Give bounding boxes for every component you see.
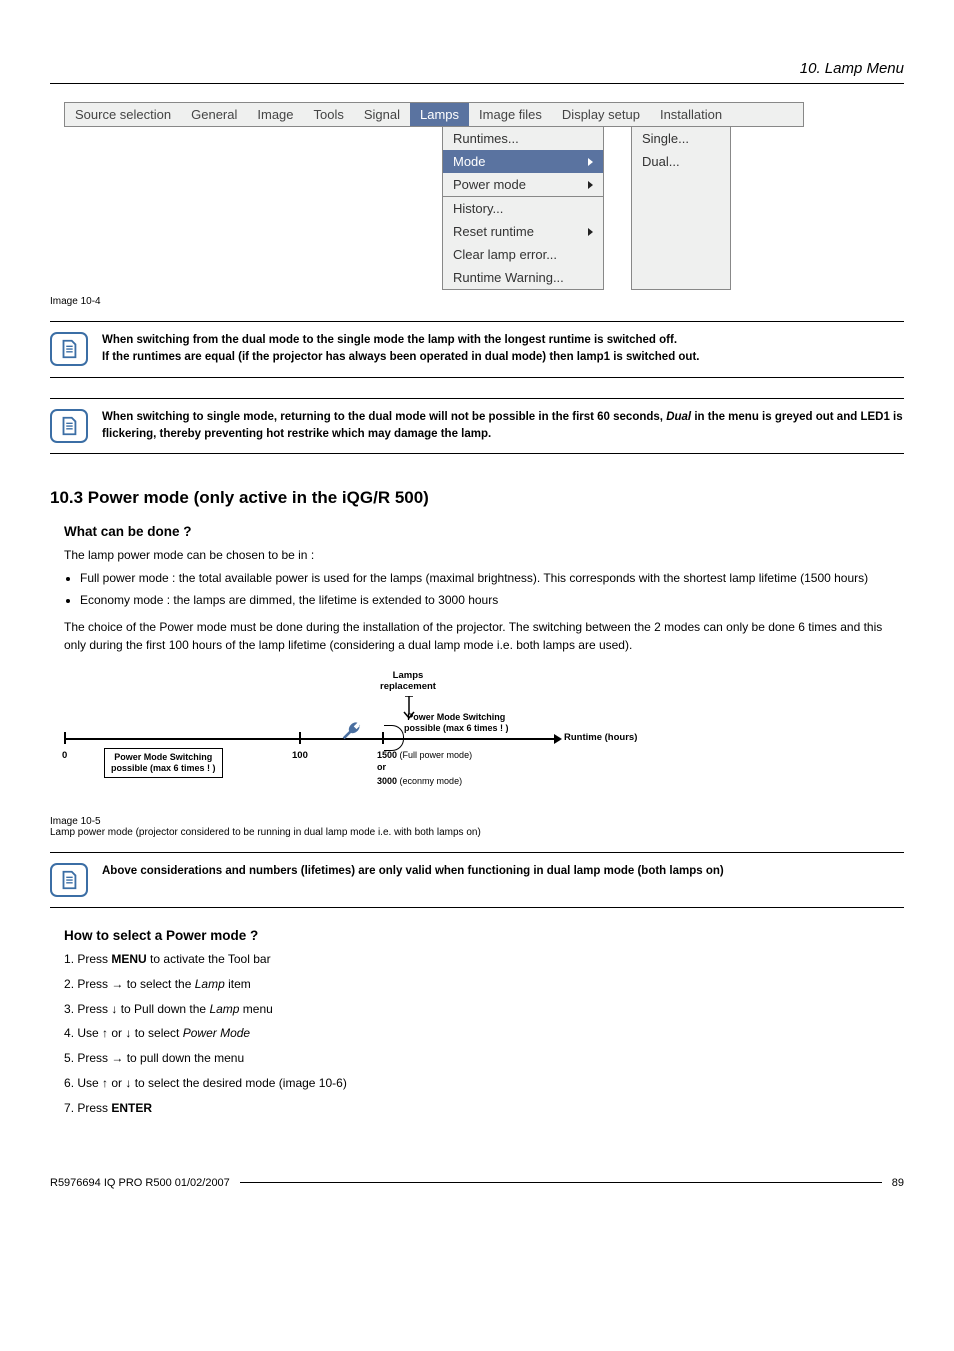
label-1500: 1500 (Full power mode) or — [377, 750, 472, 773]
switching-box-left: Power Mode Switchingpossible (max 6 time… — [104, 748, 223, 778]
note-block-1: When switching from the dual mode to the… — [50, 321, 904, 378]
choice-paragraph: The choice of the Power mode must be don… — [64, 619, 904, 654]
step-item: Press ENTER — [64, 1100, 904, 1117]
dropdown-item[interactable]: History... — [443, 196, 603, 220]
dropdown-item[interactable]: Power mode — [443, 173, 603, 196]
dropdown-item[interactable]: Runtimes... — [443, 127, 603, 150]
tick-0 — [64, 732, 66, 744]
page-footer: R5976694 IQ PRO R500 01/02/2007 89 — [50, 1177, 904, 1189]
power-mode-diagram: Lampsreplacement 0 Power Mode Switchingp… — [64, 670, 664, 810]
footer-rule — [240, 1182, 882, 1183]
mode-bullets: Full power mode : the total available po… — [80, 570, 904, 609]
tick-100 — [299, 732, 301, 744]
dropdown-item[interactable]: Clear lamp error... — [443, 243, 603, 266]
mode-submenu: Single...Dual... — [631, 126, 731, 290]
howto-steps: Press MENU to activate the Tool bar Press… — [64, 951, 904, 1117]
chapter-header: 10. Lamp Menu — [50, 60, 904, 84]
step-item: Press → to pull down the menu — [64, 1050, 904, 1067]
menubar-item[interactable]: Display setup — [552, 103, 650, 126]
note-text: When switching from the dual mode to the… — [102, 332, 699, 367]
note-icon — [50, 863, 88, 897]
dropdown-item[interactable]: Runtime Warning... — [443, 266, 603, 289]
what-can-be-done-heading: What can be done ? — [64, 524, 904, 539]
lamps-replacement-label: Lampsreplacement — [380, 670, 436, 693]
wrench-icon — [340, 720, 362, 748]
step-item: Press ↓ to Pull down the Lamp menu — [64, 1001, 904, 1018]
list-item: Economy mode : the lamps are dimmed, the… — [80, 592, 904, 609]
footer-page-number: 89 — [892, 1177, 904, 1189]
menubar-item[interactable]: Tools — [304, 103, 354, 126]
dropdown-item[interactable]: Reset runtime — [443, 220, 603, 243]
menu-screenshot: Source selectionGeneralImageToolsSignalL… — [64, 102, 904, 290]
note-icon — [50, 409, 88, 443]
note-block-2: When switching to single mode, returning… — [50, 398, 904, 455]
menubar-item[interactable]: General — [181, 103, 247, 126]
step-item: Press MENU to activate the Tool bar — [64, 951, 904, 968]
menubar-item[interactable]: Lamps — [410, 103, 469, 126]
image-caption-10-5: Image 10-5Lamp power mode (projector con… — [50, 816, 904, 838]
step-item: Use ↑ or ↓ to select Power Mode — [64, 1025, 904, 1042]
howto-heading: How to select a Power mode ? — [64, 928, 904, 943]
note-text: Above considerations and numbers (lifeti… — [102, 863, 724, 880]
dropdown-item[interactable]: Dual... — [632, 150, 730, 173]
timeline-axis — [64, 738, 554, 740]
note-text: When switching to single mode, returning… — [102, 409, 904, 444]
menubar-item[interactable]: Image files — [469, 103, 552, 126]
section-heading-10-3: 10.3 Power mode (only active in the iQG/… — [50, 488, 904, 508]
image-caption-10-4: Image 10-4 — [50, 296, 904, 307]
chevron-right-icon — [588, 181, 593, 189]
menubar-item[interactable]: Installation — [650, 103, 732, 126]
menubar-item[interactable]: Source selection — [65, 103, 181, 126]
chevron-right-icon — [588, 158, 593, 166]
intro-paragraph: The lamp power mode can be chosen to be … — [64, 547, 904, 564]
dropdown-item[interactable]: Mode — [443, 150, 603, 173]
bracket-icon — [384, 725, 404, 751]
list-item: Full power mode : the total available po… — [80, 570, 904, 587]
dropdown-item[interactable]: Single... — [632, 127, 730, 150]
label-3000: 3000 (econmy mode) — [377, 776, 462, 786]
note-icon — [50, 332, 88, 366]
lamps-dropdown: Runtimes...ModePower modeHistory...Reset… — [442, 126, 604, 290]
switching-box-right: Power Mode Switchingpossible (max 6 time… — [404, 712, 509, 734]
menubar-item[interactable]: Image — [247, 103, 303, 126]
note-block-3: Above considerations and numbers (lifeti… — [50, 852, 904, 908]
label-100: 100 — [292, 750, 308, 761]
menubar: Source selectionGeneralImageToolsSignalL… — [64, 102, 804, 127]
label-0: 0 — [62, 750, 67, 761]
menubar-item[interactable]: Signal — [354, 103, 410, 126]
chevron-right-icon — [588, 228, 593, 236]
footer-doc-id: R5976694 IQ PRO R500 01/02/2007 — [50, 1177, 230, 1189]
step-item: Use ↑ or ↓ to select the desired mode (i… — [64, 1075, 904, 1092]
runtime-label: Runtime (hours) — [564, 732, 637, 743]
step-item: Press → to select the Lamp item — [64, 976, 904, 993]
